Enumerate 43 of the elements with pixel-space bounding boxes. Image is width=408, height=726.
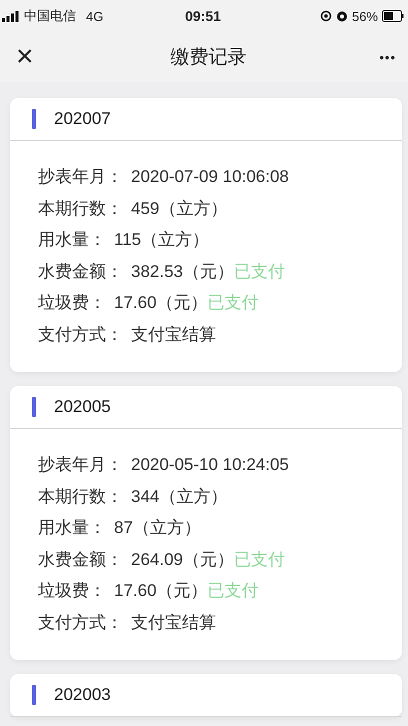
field-label: 水费金额： [38, 260, 123, 283]
field-value: 344（立方） [131, 486, 228, 508]
accent-bar [32, 397, 36, 417]
clock-time: 09:51 [185, 8, 221, 24]
record-period: 202007 [54, 109, 111, 129]
field-label: 支付方式： [38, 612, 123, 634]
payment-status: 已支付 [208, 580, 259, 602]
field-value: 87（立方） [114, 517, 201, 540]
field-value: 支付宝结算 [131, 324, 216, 346]
battery-percent: 56% [352, 8, 378, 24]
network-type: 4G [86, 8, 104, 24]
field-label: 抄表年月： [38, 166, 123, 188]
field-label: 支付方式： [38, 324, 123, 346]
field-label: 本期行数： [38, 198, 123, 220]
field-value: 17.60（元） [114, 580, 208, 602]
more-button[interactable]: ••• [379, 50, 396, 64]
payment-status: 已支付 [234, 548, 285, 571]
field-value: 17.60（元） [114, 292, 208, 314]
field-label: 水费金额： [38, 548, 123, 571]
battery-icon [382, 10, 404, 22]
field-value: 2020-05-10 10:24:05 [131, 454, 289, 475]
field-label: 本期行数： [38, 486, 123, 508]
payment-status: 已支付 [208, 292, 259, 314]
field-label: 垃圾费： [38, 580, 106, 602]
signal-icon [2, 10, 20, 22]
field-label: 垃圾费： [38, 292, 106, 314]
close-button[interactable]: × [12, 42, 38, 72]
field-value: 2020-07-09 10:06:08 [131, 166, 289, 187]
field-value: 459（立方） [131, 198, 228, 220]
field-label: 用水量： [38, 517, 106, 540]
field-value: 115（立方） [114, 229, 210, 252]
page-title: 缴费记录 [170, 46, 246, 70]
accent-bar [32, 685, 36, 705]
field-label: 用水量： [38, 229, 106, 252]
record-period: 202003 [54, 685, 111, 705]
accent-bar [32, 109, 36, 129]
field-value: 382.53（元） [131, 260, 234, 283]
field-label: 抄表年月： [38, 454, 123, 476]
carrier-name: 中国电信 [24, 7, 76, 25]
field-value: 支付宝结算 [131, 612, 216, 634]
record-period: 202005 [54, 397, 111, 417]
field-value: 264.09（元） [131, 548, 234, 571]
payment-status: 已支付 [234, 260, 285, 283]
